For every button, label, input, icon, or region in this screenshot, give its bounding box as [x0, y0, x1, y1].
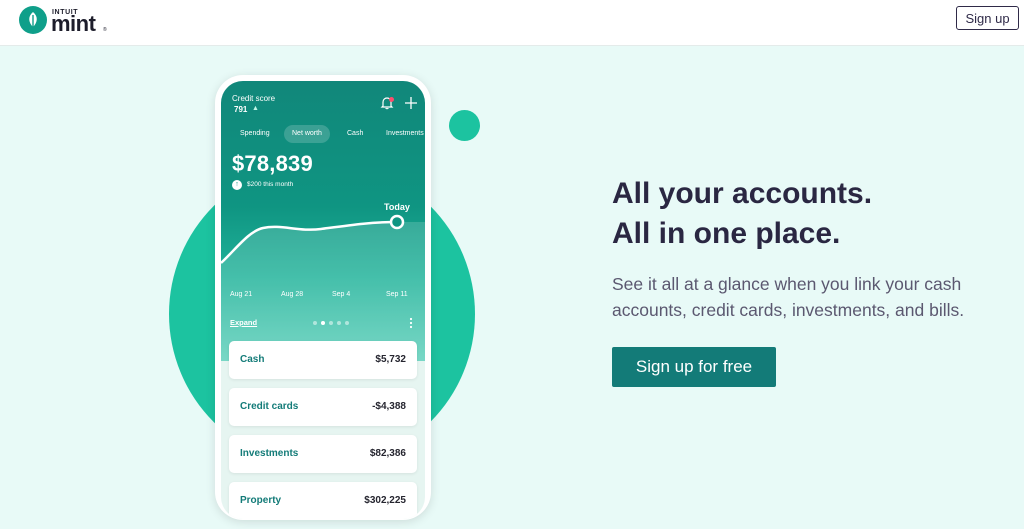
- more-options-icon: [409, 317, 413, 329]
- account-label: Cash: [240, 354, 265, 365]
- x-axis-label: Aug 21: [230, 291, 253, 298]
- net-worth-panel: Credit score 791 ▲ Spending Net worth Ca…: [221, 81, 425, 361]
- account-label: Credit cards: [240, 401, 299, 412]
- account-label: Investments: [240, 448, 299, 459]
- x-axis-label: Sep 11: [386, 291, 408, 298]
- pager-dot: [337, 321, 341, 325]
- tab-cash: Cash: [347, 130, 364, 137]
- net-worth-value: $78,839: [232, 151, 313, 176]
- credit-score-trend-icon: ▲: [252, 105, 259, 112]
- x-axis-label: Sep 4: [332, 291, 351, 298]
- phone-screen: Credit score 791 ▲ Spending Net worth Ca…: [221, 81, 425, 519]
- leaf-icon: [19, 6, 47, 34]
- top-nav-bar: INTUIT mint ® Sign up: [0, 0, 1024, 46]
- account-tabs: Spending Net worth Cash Investments: [221, 125, 425, 143]
- tab-net-worth: Net worth: [284, 125, 330, 143]
- account-value: -$4,388: [372, 401, 406, 412]
- headline-line-2: All in one place.: [612, 217, 841, 250]
- account-card-investments: Investments $82,386: [229, 435, 417, 473]
- plus-icon: [405, 97, 417, 109]
- pager-dot-active: [321, 321, 325, 325]
- intuit-mint-logo[interactable]: INTUIT mint ®: [19, 5, 109, 37]
- headline-line-1: All your accounts.: [612, 177, 873, 210]
- account-value: $302,225: [364, 495, 406, 506]
- account-card-cash: Cash $5,732: [229, 341, 417, 379]
- logo-registered-mark: ®: [103, 27, 107, 33]
- carousel-pager: [313, 321, 355, 326]
- account-label: Property: [240, 495, 282, 506]
- credit-score-value: 791: [234, 105, 248, 114]
- account-card-credit-cards: Credit cards -$4,388: [229, 388, 417, 426]
- tab-investments: Investments: [386, 130, 424, 137]
- pager-dot: [345, 321, 349, 325]
- tab-spending: Spending: [240, 130, 270, 137]
- hero-subtext: See it all at a glance when you link you…: [612, 274, 965, 320]
- sign-up-button[interactable]: Sign up: [956, 6, 1019, 30]
- today-label: Today: [384, 202, 410, 212]
- account-value: $82,386: [369, 448, 406, 459]
- decorative-circle-small: [449, 110, 480, 141]
- credit-score-label: Credit score: [232, 94, 276, 103]
- account-card-property: Property $302,225: [229, 482, 417, 519]
- pager-dot: [313, 321, 317, 325]
- logo-mint-text: mint: [51, 11, 96, 36]
- account-value: $5,732: [375, 354, 406, 365]
- pager-dot: [329, 321, 333, 325]
- phone-mockup: Credit score 791 ▲ Spending Net worth Ca…: [215, 75, 431, 520]
- expand-link: Expand: [230, 318, 258, 327]
- net-worth-chart: [221, 214, 425, 361]
- x-axis-label: Aug 28: [281, 291, 304, 298]
- up-arrow-icon: ↑: [232, 180, 242, 190]
- hero-headline: All your accounts. All in one place.: [612, 174, 1012, 254]
- today-marker: [389, 214, 405, 230]
- monthly-change: $200 this month: [247, 181, 294, 188]
- notification-dot: [389, 97, 394, 102]
- sign-up-for-free-button[interactable]: Sign up for free: [612, 347, 776, 387]
